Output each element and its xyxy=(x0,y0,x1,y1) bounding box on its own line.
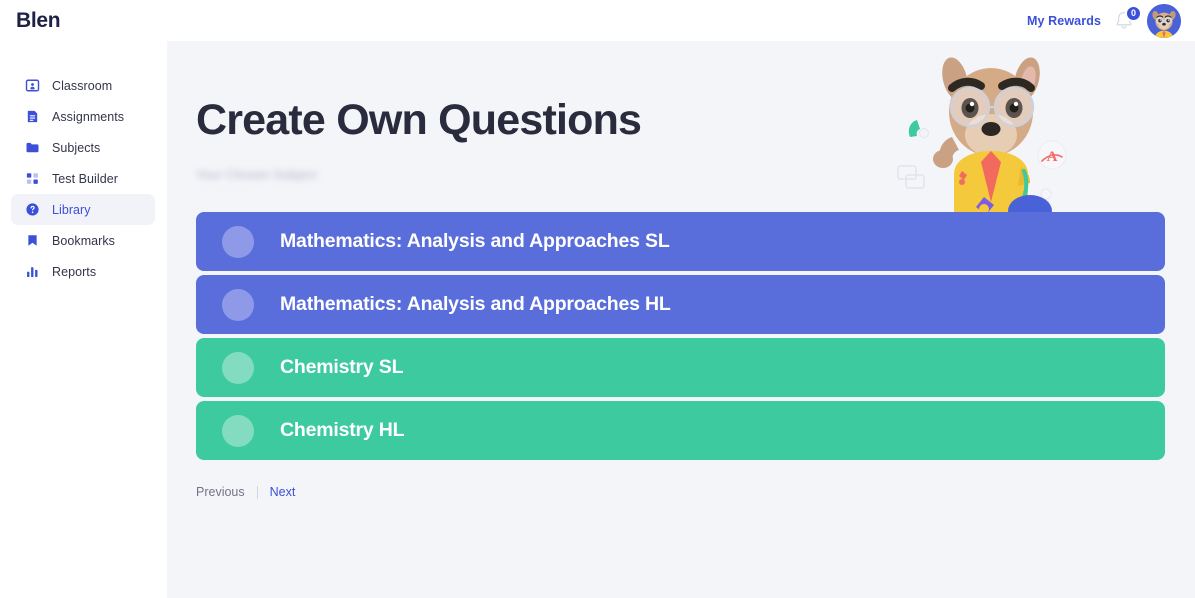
subject-card[interactable]: Chemistry HL xyxy=(196,401,1165,460)
notification-badge: 0 xyxy=(1125,4,1142,22)
dog-mascot-illustration: A xyxy=(892,49,1067,227)
grid-icon xyxy=(24,171,40,187)
top-header: Blen My Rewards 0 xyxy=(0,0,1195,41)
sidebar-item-assignments[interactable]: Assignments xyxy=(11,101,155,132)
user-avatar-dog-icon xyxy=(1147,3,1181,38)
page-subtitle-redacted: Your Chosen Subject xyxy=(196,168,317,182)
app-logo[interactable]: Blen xyxy=(16,10,61,31)
svg-text:A: A xyxy=(1047,149,1058,165)
sidebar-item-bookmarks[interactable]: Bookmarks xyxy=(11,225,155,256)
subject-title: Chemistry HL xyxy=(280,419,405,441)
sidebar-item-label: Classroom xyxy=(52,78,113,93)
pagination-next-button[interactable]: Next xyxy=(258,485,296,499)
question-circle-icon xyxy=(24,202,40,218)
bar-chart-icon xyxy=(24,264,40,280)
assignments-icon xyxy=(24,109,40,125)
avatar[interactable] xyxy=(1147,3,1181,38)
sidebar-item-label: Library xyxy=(52,202,91,217)
classroom-icon xyxy=(24,78,40,94)
subject-avatar-placeholder xyxy=(222,225,254,258)
subject-avatar-placeholder xyxy=(222,288,254,321)
subject-title: Mathematics: Analysis and Approaches HL xyxy=(280,293,671,315)
subject-card[interactable]: Mathematics: Analysis and Approaches SL xyxy=(196,212,1165,271)
main-content: Create Own Questions Your Chosen Subject… xyxy=(167,41,1195,598)
sidebar-item-label: Bookmarks xyxy=(52,233,115,248)
sidebar-item-label: Test Builder xyxy=(52,171,118,186)
subject-avatar-placeholder xyxy=(222,351,254,384)
subject-card[interactable]: Chemistry SL xyxy=(196,338,1165,397)
subject-title: Mathematics: Analysis and Approaches SL xyxy=(280,230,670,252)
subject-card-list: Mathematics: Analysis and Approaches SL … xyxy=(196,212,1165,464)
sidebar-item-test-builder[interactable]: Test Builder xyxy=(11,163,155,194)
sidebar-item-library[interactable]: Library xyxy=(11,194,155,225)
sidebar-item-subjects[interactable]: Subjects xyxy=(11,132,155,163)
pagination: Previous Next xyxy=(196,485,295,499)
bookmark-icon xyxy=(24,233,40,249)
page-title: Create Own Questions xyxy=(196,96,642,144)
sidebar: Classroom Assignments Subjects Test Buil… xyxy=(0,41,167,598)
sidebar-item-label: Subjects xyxy=(52,140,101,155)
sidebar-item-classroom[interactable]: Classroom xyxy=(11,70,155,101)
my-rewards-link[interactable]: My Rewards xyxy=(1027,14,1101,28)
subject-avatar-placeholder xyxy=(222,414,254,447)
header-actions: My Rewards 0 xyxy=(1027,3,1195,38)
subject-card[interactable]: Mathematics: Analysis and Approaches HL xyxy=(196,275,1165,334)
sidebar-nav-list: Classroom Assignments Subjects Test Buil… xyxy=(0,70,167,287)
notification-bell-button[interactable]: 0 xyxy=(1112,4,1142,34)
folder-icon xyxy=(24,140,40,156)
sidebar-item-label: Reports xyxy=(52,264,97,279)
subject-title: Chemistry SL xyxy=(280,356,404,378)
sidebar-item-label: Assignments xyxy=(52,109,125,124)
pagination-previous-button[interactable]: Previous xyxy=(196,485,257,499)
sidebar-item-reports[interactable]: Reports xyxy=(11,256,155,287)
